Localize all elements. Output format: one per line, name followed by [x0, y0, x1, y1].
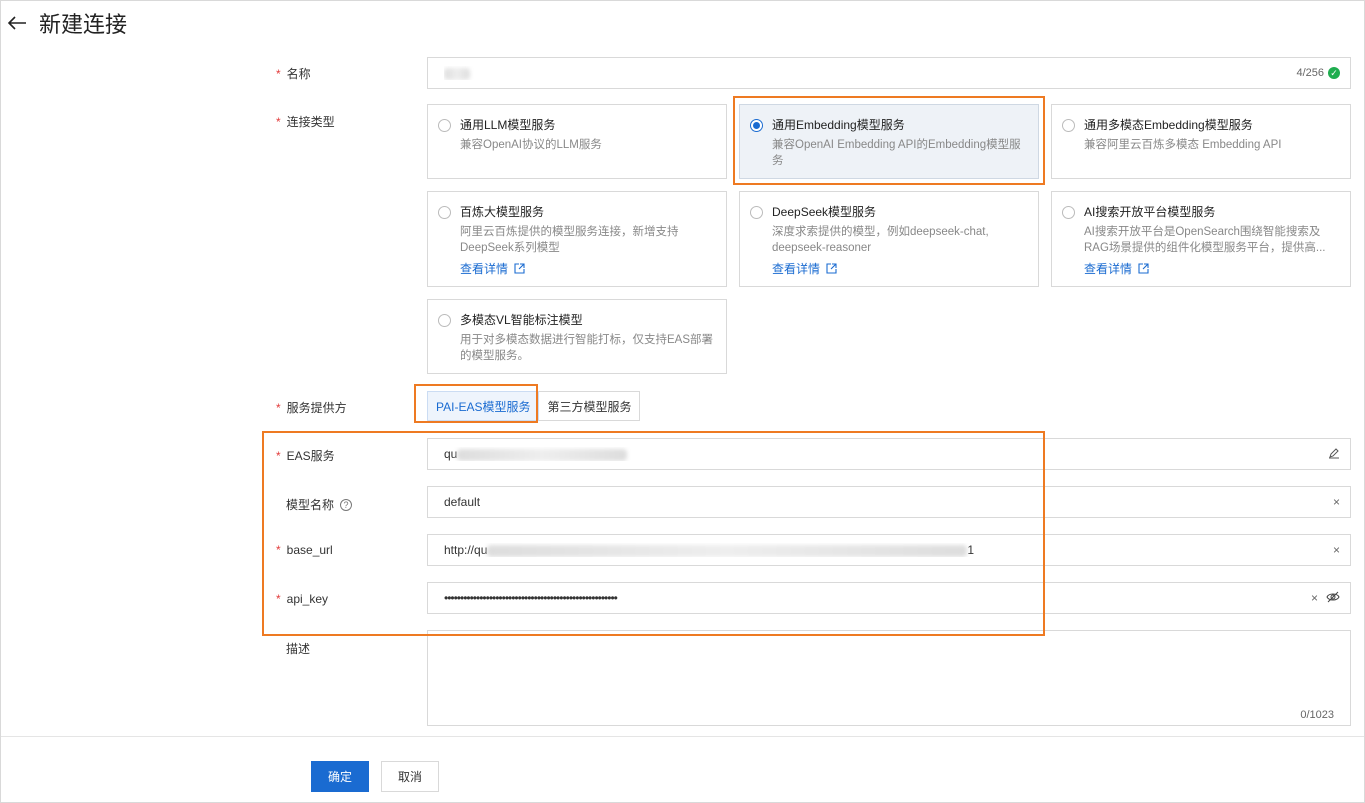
connection-type-card-deepseek[interactable]: DeepSeek模型服务 深度求索提供的模型，例如deepseek-chat, …	[739, 191, 1039, 287]
connection-type-card-ai-search[interactable]: AI搜索开放平台模型服务 AI搜索开放平台是OpenSearch围绕智能搜索及R…	[1051, 191, 1351, 287]
radio-icon[interactable]	[438, 119, 451, 132]
connection-type-card-bailian[interactable]: 百炼大模型服务 阿里云百炼提供的模型服务连接，新增支持DeepSeek系列模型 …	[427, 191, 727, 287]
connection-type-card-llm[interactable]: 通用LLM模型服务 兼容OpenAI协议的LLM服务	[427, 104, 727, 179]
view-details-link[interactable]: 查看详情	[772, 260, 837, 277]
connection-type-card-multimodal-embedding[interactable]: 通用多模态Embedding模型服务 兼容阿里云百炼多模态 Embedding …	[1051, 104, 1351, 179]
radio-icon[interactable]	[1062, 206, 1075, 219]
api-key-input[interactable]: ••••••••••••••••••••••••••••••••••••••••…	[427, 582, 1351, 614]
close-icon[interactable]: ×	[1311, 591, 1318, 605]
check-circle-icon: ✓	[1328, 67, 1340, 79]
confirm-button[interactable]: 确定	[311, 761, 369, 792]
page-header: 新建连接	[7, 8, 127, 38]
required-mark: *	[276, 543, 281, 557]
view-details-link[interactable]: 查看详情	[460, 260, 525, 277]
arrow-left-icon[interactable]	[7, 12, 29, 34]
connection-type-card-vl-annotation[interactable]: 多模态VL智能标注模型 用于对多模态数据进行智能打标，仅支持EAS部署的模型服务…	[427, 299, 727, 374]
required-mark: *	[276, 592, 281, 606]
redacted-text	[444, 67, 470, 80]
cancel-button[interactable]: 取消	[381, 761, 439, 792]
redacted-text	[487, 544, 968, 557]
connection-type-card-embedding[interactable]: 通用Embedding模型服务 兼容OpenAI Embedding API的E…	[739, 104, 1039, 179]
close-icon[interactable]: ×	[1333, 495, 1340, 509]
question-circle-icon[interactable]: ?	[340, 498, 353, 511]
close-icon[interactable]: ×	[1333, 543, 1340, 557]
footer-divider	[1, 736, 1364, 737]
radio-icon[interactable]	[750, 206, 763, 219]
provider-label: * 服务提供方	[276, 400, 347, 416]
model-name-input[interactable]: default ×	[427, 486, 1351, 518]
provider-option-pai-eas[interactable]: PAI-EAS模型服务	[427, 391, 540, 421]
external-link-icon	[1138, 263, 1149, 274]
connection-type-label: * 连接类型	[276, 114, 335, 130]
view-details-link[interactable]: 查看详情	[1084, 260, 1149, 277]
description-label: 描述	[286, 642, 311, 656]
eas-service-label: * EAS服务	[276, 448, 335, 464]
external-link-icon	[514, 263, 525, 274]
required-mark: *	[276, 400, 281, 415]
eas-service-select[interactable]: qu	[427, 438, 1351, 470]
page-title: 新建连接	[39, 13, 128, 38]
api-key-label: * api_key	[276, 592, 329, 606]
name-counter: 4/256	[1296, 67, 1324, 79]
radio-icon[interactable]	[438, 314, 451, 327]
radio-selected-icon[interactable]	[750, 119, 763, 132]
provider-segmented: PAI-EAS模型服务 第三方模型服务	[427, 391, 641, 421]
provider-option-third-party[interactable]: 第三方模型服务	[539, 391, 641, 421]
description-textarea[interactable]: 0/1023	[427, 630, 1351, 726]
required-mark: *	[276, 66, 281, 81]
radio-icon[interactable]	[1062, 119, 1075, 132]
required-mark: *	[276, 114, 281, 129]
description-counter: 0/1023	[1300, 709, 1334, 721]
base-url-input[interactable]: http://qu 1 ×	[427, 534, 1351, 566]
model-name-label: 模型名称 ?	[286, 496, 353, 513]
eye-off-icon[interactable]	[1326, 591, 1340, 606]
external-link-icon	[826, 263, 837, 274]
required-mark: *	[276, 448, 281, 463]
name-input[interactable]: 4/256 ✓	[427, 57, 1351, 89]
name-label: * 名称	[276, 66, 311, 82]
base-url-label: * base_url	[276, 543, 333, 557]
redacted-text	[457, 448, 628, 461]
edit-icon[interactable]	[1328, 447, 1340, 462]
radio-icon[interactable]	[438, 206, 451, 219]
